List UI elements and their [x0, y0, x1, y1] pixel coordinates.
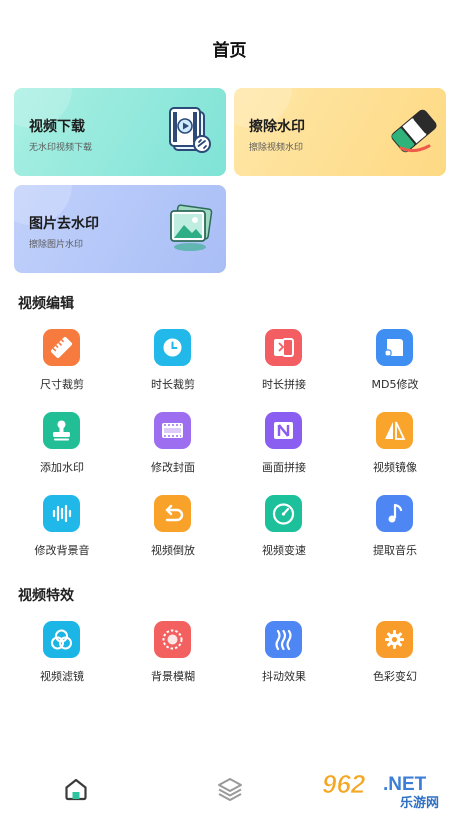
- section-title-video-effects: 视频特效: [18, 588, 74, 604]
- rewind-icon: [154, 495, 191, 532]
- watermark-number: 962: [322, 769, 366, 799]
- audio-wave-icon: [43, 495, 80, 532]
- video-download-card[interactable]: 视频下载 无水印视频下载: [14, 88, 226, 176]
- tool-label: 时长拼接: [262, 378, 306, 391]
- layers-icon: [218, 778, 242, 801]
- video-file-link-icon: [169, 107, 211, 153]
- tool-label: MD5修改: [371, 378, 419, 391]
- tool-label: 色彩变幻: [373, 670, 417, 683]
- remove-watermark-card[interactable]: 擦除水印 擦除视频水印: [234, 88, 446, 176]
- card-title: 擦除水印: [249, 119, 305, 135]
- music-note-icon: [376, 495, 413, 532]
- shake-icon: [265, 621, 302, 658]
- tool-md5-modify[interactable]: MD5修改: [350, 329, 440, 391]
- tool-label: 视频倒放: [151, 544, 195, 557]
- film-strip-icon: [154, 412, 191, 449]
- tool-duration-merge[interactable]: 时长拼接: [239, 329, 329, 391]
- speedometer-icon: [265, 495, 302, 532]
- image-remove-watermark-card[interactable]: 图片去水印 擦除图片水印: [14, 185, 226, 273]
- merge-icon: [265, 329, 302, 366]
- card-title: 图片去水印: [29, 216, 99, 232]
- tool-label: 修改背景音: [34, 544, 90, 557]
- tool-color-change[interactable]: 色彩变幻: [350, 621, 440, 683]
- card-subtitle: 无水印视频下载: [29, 143, 93, 153]
- tool-label: 视频镜像: [373, 461, 417, 474]
- tool-label: 修改封面: [151, 461, 195, 474]
- tab-layers[interactable]: [216, 776, 244, 802]
- tool-frame-merge[interactable]: 画面拼接: [239, 412, 329, 474]
- tool-label: 背景模糊: [151, 670, 195, 683]
- tool-label: 尺寸裁剪: [40, 378, 84, 391]
- tool-label: 提取音乐: [373, 544, 417, 557]
- site-watermark-logo: 962 .NET 乐游网: [320, 768, 454, 811]
- tool-size-crop[interactable]: 尺寸裁剪: [17, 329, 107, 391]
- tool-modify-cover[interactable]: 修改封面: [128, 412, 218, 474]
- tool-label: 添加水印: [40, 461, 84, 474]
- tool-duration-crop[interactable]: 时长裁剪: [128, 329, 218, 391]
- tool-label: 抖动效果: [262, 670, 306, 683]
- header: 首页: [0, 0, 459, 88]
- clock-icon: [154, 329, 191, 366]
- section-title-video-edit: 视频编辑: [18, 296, 74, 312]
- tool-change-bgm[interactable]: 修改背景音: [17, 495, 107, 557]
- document-icon: [376, 329, 413, 366]
- filter-circles-icon: [43, 621, 80, 658]
- tool-video-reverse[interactable]: 视频倒放: [128, 495, 218, 557]
- home-icon: [65, 778, 87, 801]
- watermark-suffix: .NET: [383, 774, 427, 795]
- tool-video-filter[interactable]: 视频滤镜: [17, 621, 107, 683]
- blur-circle-icon: [154, 621, 191, 658]
- mirror-icon: [376, 412, 413, 449]
- card-title: 视频下载: [29, 119, 85, 135]
- split-frame-icon: [265, 412, 302, 449]
- card-subtitle: 擦除图片水印: [29, 240, 84, 250]
- tool-label: 时长裁剪: [151, 378, 195, 391]
- tool-background-blur[interactable]: 背景模糊: [128, 621, 218, 683]
- color-gear-icon: [376, 621, 413, 658]
- tool-add-watermark[interactable]: 添加水印: [17, 412, 107, 474]
- tool-shake-effect[interactable]: 抖动效果: [239, 621, 329, 683]
- tab-home[interactable]: [63, 776, 89, 802]
- tool-video-mirror[interactable]: 视频镜像: [350, 412, 440, 474]
- stamp-icon: [43, 412, 80, 449]
- image-stack-icon: [170, 204, 213, 251]
- tool-video-speed[interactable]: 视频变速: [239, 495, 329, 557]
- eraser-icon: [391, 109, 437, 153]
- tool-extract-music[interactable]: 提取音乐: [350, 495, 440, 557]
- tool-label: 画面拼接: [262, 461, 306, 474]
- tool-label: 视频滤镜: [40, 670, 84, 683]
- card-subtitle: 擦除视频水印: [249, 143, 304, 153]
- ruler-icon: [43, 329, 80, 366]
- watermark-cn: 乐游网: [400, 795, 439, 810]
- tool-label: 视频变速: [262, 544, 306, 557]
- page-title: 首页: [212, 41, 247, 61]
